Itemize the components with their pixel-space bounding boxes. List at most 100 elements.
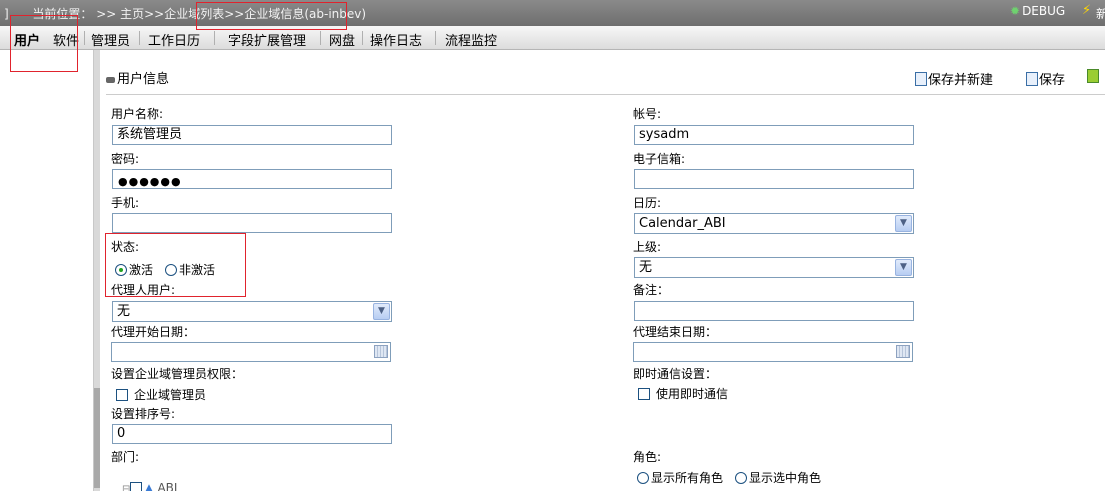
department-root-label: ABI [157,481,178,491]
tab-operation-log[interactable]: 操作日志 [370,30,422,49]
extra-button-label[interactable]: 新 [1096,5,1105,22]
tab-divider [435,31,436,45]
print-icon [106,76,115,83]
department-tree-root[interactable]: ⊟ ▲ ABI [122,481,177,491]
tab-administrators[interactable]: 管理员 [91,30,130,49]
department-label: 部门: [111,450,140,464]
department-icon: ▲ [144,481,154,491]
chevron-down-icon[interactable]: ▼ [895,259,912,276]
lightning-icon[interactable]: ⚡ [1082,3,1091,18]
tab-work-calendar[interactable]: 工作日历 [148,30,200,49]
tab-process-monitor[interactable]: 流程监控 [445,30,497,49]
save-label: 保存 [1039,73,1066,88]
enterprise-admin-label: 企业域管理员 [134,388,207,402]
debug-label: DEBUG [1022,4,1066,18]
superior-select[interactable]: 无 ▼ [634,257,914,278]
radio-unchecked-icon [735,472,747,484]
status-active-label: 激活 [129,263,154,277]
status-inactive-radio[interactable]: 非激活 [165,261,215,278]
sidebar-splitter[interactable] [93,50,100,491]
show-selected-roles-radio[interactable]: 显示选中角色 [735,469,821,486]
username-label: 用户名称: [111,107,164,121]
im-settings-label: 即时通信设置： [633,367,718,381]
tab-software[interactable]: 软件 [53,30,79,49]
breadcrumb-home[interactable]: >> 主页 [96,7,144,21]
exit-icon [1087,69,1099,83]
email-label: 电子信箱: [633,152,686,166]
save-and-new-label: 保存并新建 [928,73,994,88]
admin-permission-label: 设置企业域管理员权限： [111,367,244,381]
chevron-down-icon[interactable]: ▼ [373,303,390,320]
proxy-start-label: 代理开始日期： [111,325,196,339]
show-selected-roles-label: 显示选中角色 [749,471,822,485]
breadcrumb: ] 当前位置： >> 主页>>企业域列表>>企业域信息(ab-inbev) [4,5,366,22]
proxy-start-date-field[interactable] [111,342,391,362]
checkbox-icon [638,388,650,400]
radio-checked-icon [115,264,127,276]
proxy-user-select[interactable]: 无 ▼ [112,301,392,322]
calendar-value: Calendar_ABI [639,216,726,231]
tab-divider [139,31,140,45]
breadcrumb-current: >>企业域信息(ab-inbev) [224,7,367,21]
radio-unchecked-icon [637,472,649,484]
proxy-user-label: 代理人用户: [111,283,176,297]
remark-field[interactable] [634,301,914,321]
breadcrumb-prefix: ] [4,7,9,21]
checkbox-icon[interactable] [130,482,143,491]
proxy-user-value: 无 [117,304,131,319]
tab-bar: 用户 软件 管理员 工作日历 字段扩展管理 网盘 操作日志 流程监控 [0,26,1105,50]
breadcrumb-location-label: 当前位置： [32,7,93,21]
save-icon [1026,72,1038,86]
calendar-select[interactable]: Calendar_ABI ▼ [634,213,914,234]
remark-label: 备注： [633,283,670,297]
password-label: 密码: [111,152,140,166]
exit-button[interactable] [1087,69,1100,85]
status-inactive-label: 非激活 [179,263,216,277]
account-field[interactable]: sysadm [634,125,914,145]
password-field[interactable]: ●●●●●● [112,169,392,189]
tab-divider [84,31,85,45]
superior-label: 上级: [633,240,662,254]
status-label: 状态: [111,240,140,254]
email-field[interactable] [634,169,914,189]
account-label: 帐号: [633,107,662,121]
chevron-down-icon[interactable]: ▼ [895,215,912,232]
document-icon [915,72,927,86]
calendar-label: 日历: [633,196,662,210]
debug-button[interactable]: ✹ DEBUG [1010,4,1065,18]
user-info-panel: 用户信息 保存并新建 保存 用户名称: 系统管理员 密码: ●●●●●● 手机:… [100,50,1105,491]
role-label: 角色: [633,450,662,464]
gear-icon: ✹ [1010,4,1021,18]
calendar-icon[interactable] [896,345,910,358]
save-button[interactable]: 保存 [1026,69,1065,88]
mobile-field[interactable] [112,213,392,233]
status-active-radio[interactable]: 激活 [115,261,153,278]
tree-expander-icon[interactable]: ⊟ [122,484,130,491]
breadcrumb-enterprise-list[interactable]: >>企业域列表 [144,7,224,21]
proxy-end-label: 代理结束日期： [633,325,718,339]
panel-divider [106,94,1105,95]
tab-netdisk[interactable]: 网盘 [329,30,355,49]
password-mask: ●●●●●● [118,175,182,188]
proxy-end-date-field[interactable] [633,342,913,362]
panel-title-text: 用户信息 [117,72,170,87]
calendar-icon[interactable] [374,345,388,358]
enterprise-admin-checkbox[interactable]: 企业域管理员 [116,386,206,403]
tab-field-extension[interactable]: 字段扩展管理 [228,30,306,49]
tab-divider [214,31,215,45]
mobile-label: 手机: [111,196,140,210]
instant-messaging-checkbox[interactable]: 使用即时通信 [638,385,728,402]
username-field[interactable]: 系统管理员 [112,125,392,145]
tab-divider [362,31,363,45]
superior-value: 无 [639,260,653,275]
show-all-roles-radio[interactable]: 显示所有角色 [637,469,723,486]
sort-order-field[interactable]: 0 [112,424,392,444]
show-all-roles-label: 显示所有角色 [651,471,724,485]
checkbox-icon [116,389,128,401]
tab-divider [320,31,321,45]
top-bar: ] 当前位置： >> 主页>>企业域列表>>企业域信息(ab-inbev) ✹ D… [0,0,1105,26]
save-and-new-button[interactable]: 保存并新建 [915,69,993,88]
radio-unchecked-icon [165,264,177,276]
panel-title: 用户信息 [106,68,169,87]
tab-users[interactable]: 用户 [14,30,40,49]
